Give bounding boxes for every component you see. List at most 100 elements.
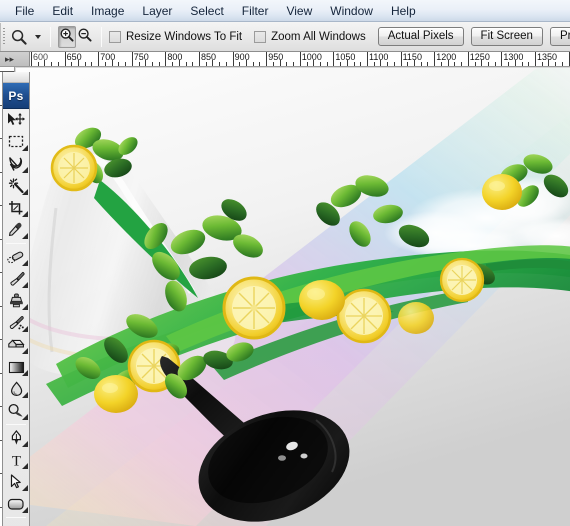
artboard[interactable]: [16, 68, 570, 526]
zoom-out-button[interactable]: [76, 26, 94, 48]
ruler-minor-tick: [125, 62, 127, 66]
ruler-minor-tick: [440, 62, 442, 66]
menu-item-file[interactable]: File: [6, 2, 43, 20]
ruler-minor-tick: [561, 62, 563, 66]
menu-item-window[interactable]: Window: [321, 2, 382, 20]
flyout-triangle-icon[interactable]: [21, 282, 28, 288]
ruler-label: 700: [100, 52, 116, 62]
tools-divider: [6, 243, 26, 244]
zoom-all-windows-checkbox[interactable]: Zoom All Windows: [254, 30, 366, 43]
ruler-minor-tick: [373, 62, 375, 66]
flyout-triangle-icon[interactable]: [21, 145, 28, 151]
canvas-viewport[interactable]: [16, 68, 570, 526]
ruler-label: 1100: [369, 52, 389, 62]
menu-item-help[interactable]: Help: [382, 2, 425, 20]
menu-item-layer[interactable]: Layer: [133, 2, 181, 20]
eyedropper-tool[interactable]: [3, 219, 29, 241]
pen-tool[interactable]: [3, 427, 29, 449]
print-size-button[interactable]: Print Size: [549, 27, 570, 46]
horizontal-ruler[interactable]: ▸▸ 600 650 700 750 800 850 900 950 1000 1050 1100 1…: [0, 52, 570, 67]
tools-divider: [6, 424, 26, 425]
ruler-minor-tick: [494, 62, 496, 66]
ruler-minor-tick: [71, 62, 73, 66]
flyout-triangle-icon[interactable]: [21, 485, 28, 491]
zoom-in-button[interactable]: [58, 25, 76, 48]
menu-item-view[interactable]: View: [277, 2, 321, 20]
gradient-tool[interactable]: [3, 356, 29, 378]
dodge-tool[interactable]: [3, 400, 29, 422]
tools-palette[interactable]: Ps T: [2, 72, 30, 526]
options-bar-grip[interactable]: [0, 22, 5, 51]
ruler-minor-tick: [57, 62, 59, 66]
flyout-triangle-icon[interactable]: [21, 326, 28, 332]
flyout-triangle-icon[interactable]: [21, 211, 28, 217]
ruler-minor-tick: [286, 62, 288, 66]
flyout-triangle-icon[interactable]: [21, 348, 28, 354]
menu-item-image[interactable]: Image: [82, 2, 133, 20]
flyout-triangle-icon[interactable]: [21, 370, 28, 376]
crop-tool[interactable]: [3, 197, 29, 219]
ruler-minor-tick: [528, 62, 530, 66]
ruler-minor-tick: [306, 62, 308, 66]
flyout-triangle-icon[interactable]: [21, 507, 28, 513]
flyout-triangle-icon[interactable]: [21, 233, 28, 239]
ruler-minor-tick: [151, 62, 153, 66]
ruler-label: 900: [234, 52, 250, 62]
path-selection-tool[interactable]: [3, 471, 29, 493]
lasso-tool[interactable]: [3, 153, 29, 175]
flyout-triangle-icon[interactable]: [21, 414, 28, 420]
eraser-tool[interactable]: [3, 334, 29, 356]
checkbox-box: [109, 30, 121, 43]
flyout-triangle-icon[interactable]: [21, 189, 28, 195]
healing-brush-tool[interactable]: [3, 246, 29, 268]
brush-tool[interactable]: [3, 268, 29, 290]
active-tool-preset-picker[interactable]: [4, 28, 43, 46]
ruler-minor-tick: [474, 62, 476, 66]
ruler-label: 1250: [469, 52, 490, 62]
ruler-minor-tick: [246, 60, 248, 66]
ruler-minor-tick: [487, 62, 489, 66]
resize-windows-to-fit-checkbox[interactable]: Resize Windows To Fit: [109, 30, 242, 43]
ruler-minor-tick: [239, 62, 241, 66]
ruler-minor-tick: [178, 60, 180, 66]
chevron-down-icon[interactable]: [35, 34, 41, 39]
ruler-minor-tick: [514, 60, 516, 66]
ruler-minor-tick: [319, 62, 321, 66]
ruler-minor-tick: [111, 60, 113, 66]
magic-wand-tool[interactable]: [3, 175, 29, 197]
ruler-minor-tick: [51, 62, 53, 66]
clone-stamp-tool[interactable]: [3, 290, 29, 312]
ruler-minor-tick: [158, 62, 160, 66]
whole-lemon-right: [299, 280, 345, 320]
ruler-minor-tick: [521, 62, 523, 66]
flyout-triangle-icon[interactable]: [21, 260, 28, 266]
flyout-triangle-icon[interactable]: [21, 441, 28, 447]
ruler-label: 1000: [301, 52, 322, 62]
magnifier-minus-icon: [77, 27, 93, 46]
ruler-minor-tick: [145, 60, 147, 66]
tools-palette-titlebar[interactable]: [3, 72, 29, 83]
ruler-corner[interactable]: ▸▸: [0, 52, 30, 66]
flyout-triangle-icon[interactable]: [21, 167, 28, 173]
menu-item-filter[interactable]: Filter: [233, 2, 278, 20]
rectangular-marquee-tool[interactable]: [3, 131, 29, 153]
flyout-triangle-icon[interactable]: [21, 463, 28, 469]
ruler-minor-tick: [259, 62, 261, 66]
menu-item-select[interactable]: Select: [181, 2, 232, 20]
history-brush-tool[interactable]: [3, 312, 29, 334]
flyout-triangle-icon[interactable]: [21, 304, 28, 310]
magnifier-plus-icon: [59, 27, 75, 46]
zoom-all-windows-label: Zoom All Windows: [271, 30, 366, 43]
ruler-minor-tick: [219, 62, 221, 66]
rounded-rectangle-tool[interactable]: [3, 493, 29, 515]
ruler-minor-tick: [548, 60, 550, 66]
ruler-minor-tick: [138, 62, 140, 66]
move-tool[interactable]: [3, 109, 29, 131]
actual-pixels-button[interactable]: Actual Pixels: [377, 27, 464, 46]
ruler-label: 800: [167, 52, 183, 62]
fit-screen-button[interactable]: Fit Screen: [470, 27, 543, 46]
horizontal-type-tool[interactable]: T: [3, 449, 29, 471]
blur-tool[interactable]: [3, 378, 29, 400]
flyout-triangle-icon[interactable]: [21, 392, 28, 398]
menu-item-edit[interactable]: Edit: [43, 2, 82, 20]
